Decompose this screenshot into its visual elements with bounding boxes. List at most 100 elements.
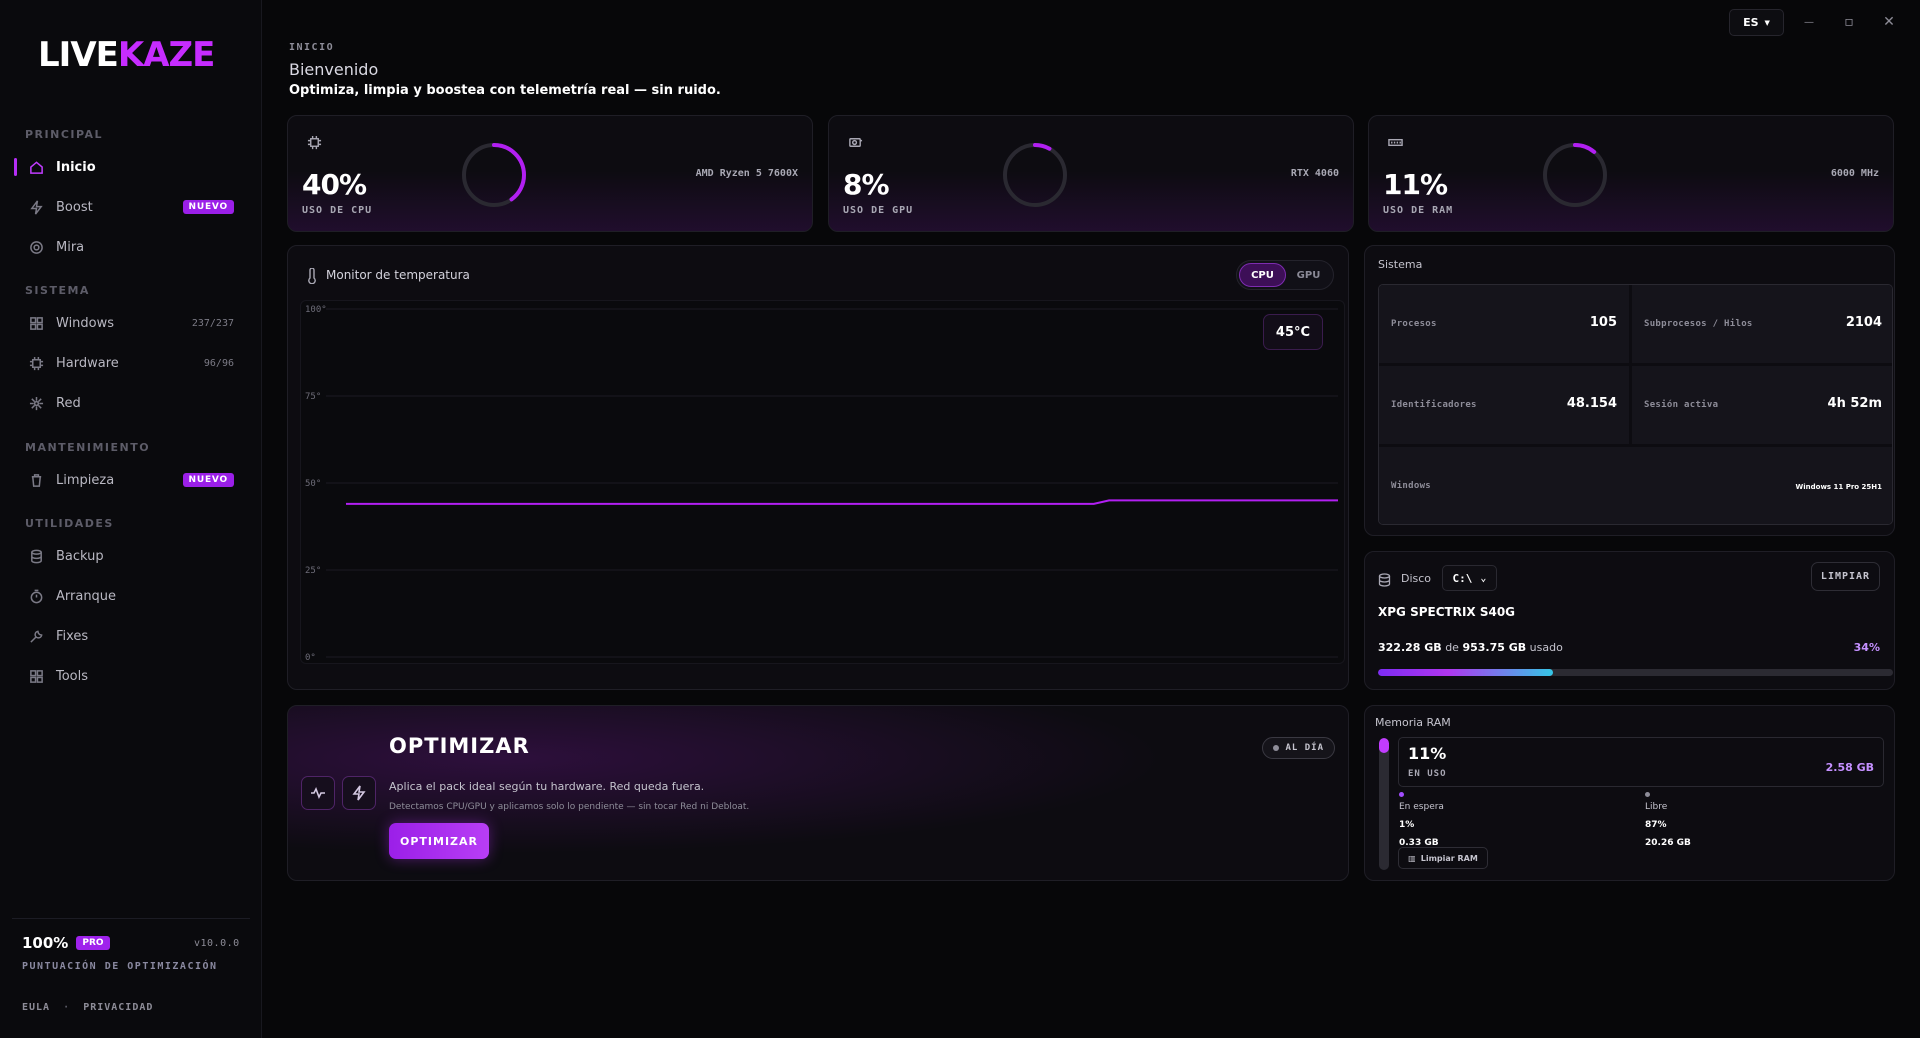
chart-icon: ▥ — [1408, 853, 1416, 863]
app-version: v10.0.0 — [194, 938, 240, 949]
current-temperature: 45°C — [1263, 314, 1323, 350]
cpu-usage-label: USO DE CPU — [302, 205, 373, 216]
sidebar-item-fixes[interactable]: Fixes — [14, 619, 242, 653]
gpu-usage-ring — [1003, 143, 1067, 207]
disk-total-value: 953.75 GB — [1462, 641, 1527, 654]
cell-key: Subprocesos / Hilos — [1644, 319, 1753, 329]
gpu-icon — [848, 135, 863, 154]
ram-free: Libre 87% 20.26 GB — [1645, 792, 1691, 848]
ram-vertical-bar — [1379, 738, 1389, 870]
sidebar-item-red[interactable]: Red — [14, 386, 242, 420]
sidebar-item-label: Limpieza — [56, 472, 115, 488]
threads-cell: Subprocesos / Hilos 2104 — [1632, 285, 1892, 363]
legal-links: EULA · PRIVACIDAD — [22, 1002, 153, 1013]
disk-icon — [1378, 572, 1391, 591]
sidebar-item-windows[interactable]: Windows 237/237 — [14, 306, 242, 340]
drive-value: C:\ — [1452, 571, 1473, 585]
optimization-score: 100% PRO — [22, 934, 110, 952]
language-selector[interactable]: ES ▼ — [1729, 9, 1784, 36]
cell-value: 2104 — [1845, 315, 1882, 330]
ram-percent: 11% — [1408, 744, 1447, 763]
clean-ram-button[interactable]: ▥ Limpiar RAM — [1398, 847, 1488, 869]
sidebar-item-tools[interactable]: Tools — [14, 659, 242, 693]
disk-card: Disco C:\ ⌄ LIMPIAR XPG SPECTRIX S40G 322… — [1364, 551, 1895, 690]
sidebar-item-arranque[interactable]: Arranque — [14, 579, 242, 613]
cell-value: 105 — [1589, 315, 1617, 330]
system-title: Sistema — [1378, 258, 1423, 271]
maximize-button[interactable]: ▫ — [1835, 10, 1863, 34]
ram-speed: 6000 MHz — [1830, 168, 1879, 179]
cpu-usage-card: 40% USO DE CPU AMD Ryzen 5 7600X — [287, 115, 813, 232]
new-badge: NUEVO — [182, 473, 234, 487]
item-count: 96/96 — [203, 357, 234, 369]
cell-key: Procesos — [1391, 319, 1437, 329]
sidebar-item-mira[interactable]: Mira — [14, 230, 242, 264]
tab-gpu[interactable]: GPU — [1286, 263, 1331, 287]
handles-cell: Identificadores 48.154 — [1379, 366, 1629, 444]
cpu-icon — [307, 135, 322, 154]
ram-used-gb: 2.58 GB — [1825, 761, 1874, 774]
tab-cpu[interactable]: CPU — [1239, 263, 1286, 287]
page-title: Bienvenido — [289, 60, 379, 79]
apps-icon — [16, 669, 56, 684]
sidebar-item-backup[interactable]: Backup — [14, 539, 242, 573]
sidebar-item-limpieza[interactable]: Limpieza NUEVO — [14, 463, 242, 497]
sidebar-item-inicio[interactable]: Inicio — [14, 150, 242, 184]
minimize-button[interactable]: — — [1795, 10, 1823, 34]
free-name: Libre — [1645, 802, 1668, 812]
optimize-description: Aplica el pack ideal según tu hardware. … — [389, 780, 705, 793]
app-logo: LIVEKAZE — [38, 35, 215, 75]
grid-icon — [16, 316, 56, 331]
gpu-usage-label: USO DE GPU — [843, 205, 914, 216]
y-tick-label: 100° — [305, 305, 327, 315]
network-icon — [16, 396, 56, 411]
standby-percent: 1% — [1399, 820, 1415, 830]
minimize-icon: — — [1804, 16, 1814, 28]
sidebar-item-label: Fixes — [56, 628, 89, 644]
sidebar-divider — [12, 918, 250, 919]
new-badge: NUEVO — [182, 200, 234, 214]
sidebar-item-label: Backup — [56, 548, 104, 564]
status-badge: AL DÍA — [1262, 737, 1335, 759]
gpu-model: RTX 4060 — [1290, 168, 1339, 179]
drive-selector[interactable]: C:\ ⌄ — [1442, 565, 1497, 591]
sidebar: LIVEKAZE PRINCIPAL Inicio Boost NUEVO Mi… — [0, 0, 262, 1038]
bolt-icon — [16, 199, 56, 215]
timer-icon — [16, 589, 56, 604]
cell-key: Identificadores — [1391, 400, 1477, 410]
processes-cell: Procesos 105 — [1379, 285, 1629, 363]
sidebar-item-boost[interactable]: Boost NUEVO — [14, 190, 242, 224]
disk-of: de — [1445, 641, 1459, 654]
ram-title: Memoria RAM — [1375, 716, 1451, 729]
disk-name: XPG SPECTRIX S40G — [1378, 605, 1516, 619]
optimize-button[interactable]: OPTIMIZAR — [389, 823, 489, 859]
free-size: 20.26 GB — [1645, 838, 1691, 848]
disk-usage-bar — [1378, 669, 1893, 676]
sidebar-item-label: Mira — [56, 239, 85, 255]
ram-usage-card: 11% USO DE RAM 6000 MHz — [1368, 115, 1894, 232]
breadcrumb: INICIO — [289, 42, 335, 53]
close-button[interactable]: ✕ — [1875, 10, 1903, 34]
sidebar-item-hardware[interactable]: Hardware 96/96 — [14, 346, 242, 380]
clean-disk-button[interactable]: LIMPIAR — [1811, 562, 1880, 591]
legal-separator: · — [63, 1002, 71, 1013]
disk-usage-fill — [1378, 669, 1554, 676]
trash-icon — [16, 473, 56, 488]
session-cell: Sesión activa 4h 52m — [1632, 366, 1892, 444]
gpu-usage-card: 8% USO DE GPU RTX 4060 — [828, 115, 1354, 232]
free-percent: 87% — [1645, 820, 1667, 830]
cpu-usage-value: 40% — [302, 168, 367, 201]
eula-link[interactable]: EULA — [22, 1002, 50, 1013]
privacy-link[interactable]: PRIVACIDAD — [83, 1002, 153, 1013]
status-text: AL DÍA — [1285, 743, 1324, 753]
y-tick-label: 50° — [305, 479, 321, 489]
standby-dot — [1399, 792, 1404, 797]
chevron-down-icon: ⌄ — [1480, 572, 1487, 584]
y-tick-label: 0° — [305, 653, 316, 663]
maximize-icon: ▫ — [1844, 14, 1854, 30]
score-label: PUNTUACIÓN DE OPTIMIZACIÓN — [22, 961, 218, 972]
close-icon: ✕ — [1883, 14, 1895, 30]
y-tick-label: 75° — [305, 392, 321, 402]
nav-section-mantenimiento: MANTENIMIENTO — [25, 441, 151, 454]
item-count: 237/237 — [191, 317, 234, 329]
